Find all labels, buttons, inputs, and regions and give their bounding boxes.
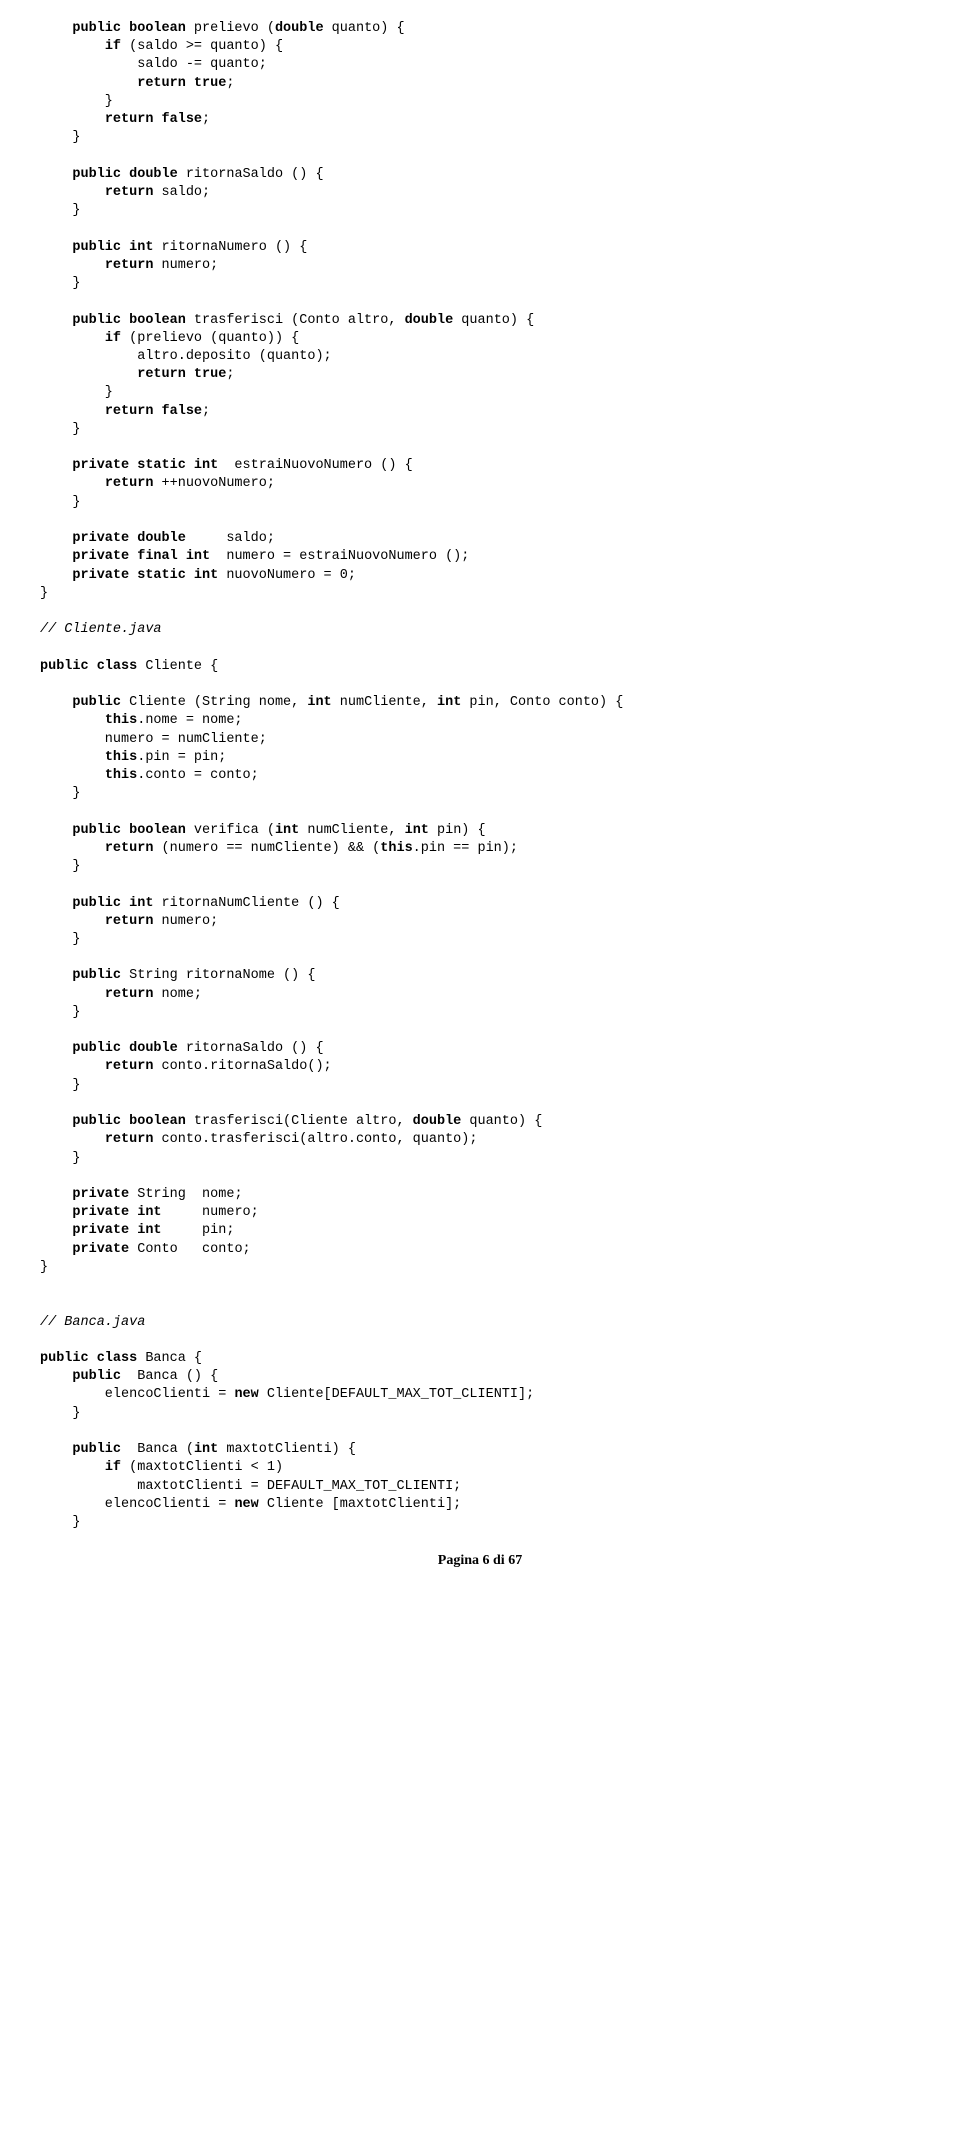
code-listing: public boolean prelievo (double quanto) … xyxy=(40,20,920,1532)
page-footer: Pagina 6 di 67 xyxy=(40,1552,920,1571)
